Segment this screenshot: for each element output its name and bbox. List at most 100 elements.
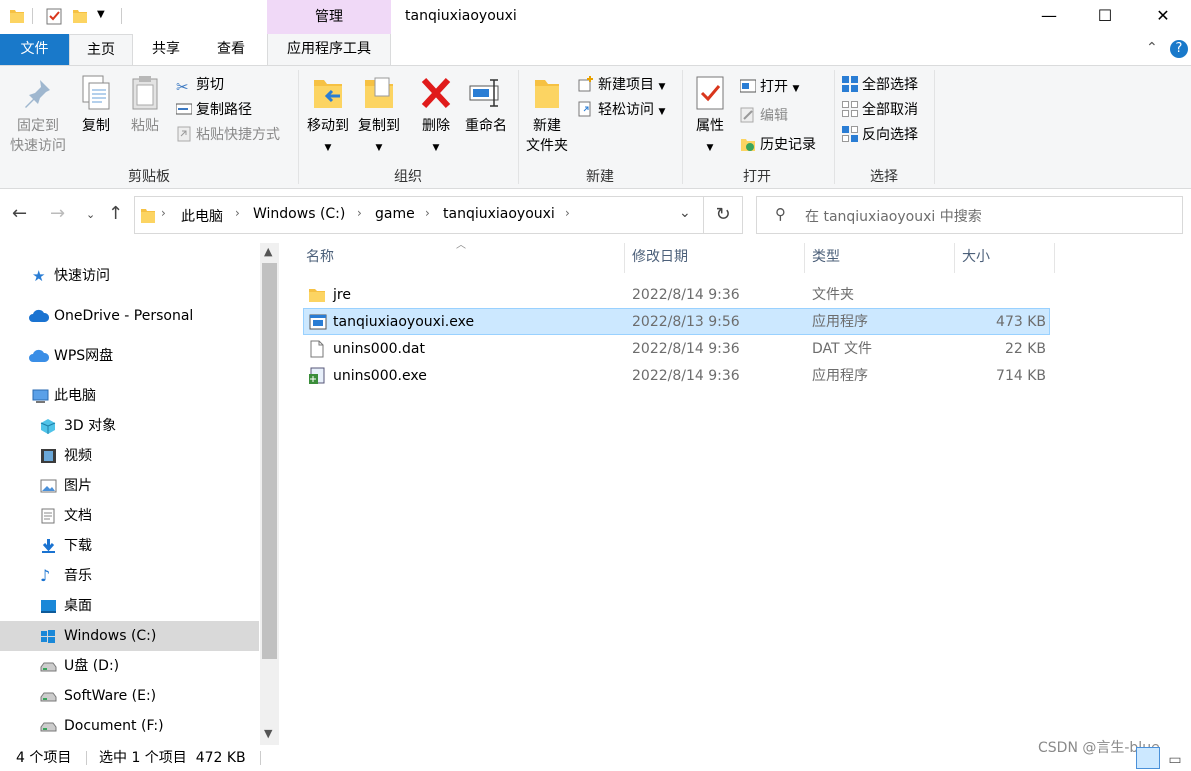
tab-view[interactable]: 查看 <box>199 34 263 66</box>
select-all-button[interactable]: 全部选择 <box>842 74 918 96</box>
nav-item-label: 文档 <box>64 508 92 524</box>
column-header-type[interactable]: 类型 <box>806 243 954 273</box>
copy-to-button[interactable]: 复制到 ▼ <box>354 74 404 158</box>
forward-icon[interactable]: → <box>50 203 65 224</box>
customize-quick-access-icon[interactable]: ▼ <box>97 9 105 20</box>
details-view-icon[interactable] <box>1136 747 1160 769</box>
collapse-ribbon-icon[interactable]: ⌃ <box>1146 40 1158 56</box>
new-item-button[interactable]: 新建项目 ▼ <box>578 74 665 96</box>
copy-button[interactable]: 复制 <box>74 74 118 136</box>
scroll-down-icon[interactable]: ▼ <box>264 727 272 740</box>
rename-button[interactable]: 重命名 <box>460 74 512 136</box>
large-icons-view-icon[interactable]: ▭ <box>1164 747 1186 769</box>
paste-shortcut-button[interactable]: 粘贴快捷方式 <box>176 124 280 146</box>
pin-quick-access-button[interactable]: 固定到 快速访问 <box>4 74 72 156</box>
file-row-unins000-exe[interactable]: unins000.exe 2022/8/14 9:36 应用程序 714 KB <box>303 363 1050 390</box>
maximize-button[interactable]: ☐ <box>1082 0 1128 32</box>
dropdown-arrow-icon: ▼ <box>432 143 440 153</box>
nav-item-label: SoftWare (E:) <box>64 688 157 704</box>
refresh-button[interactable]: ↻ <box>704 196 743 234</box>
edit-button[interactable]: 编辑 <box>740 105 788 127</box>
up-icon[interactable]: ↑ <box>108 203 123 224</box>
nav-item-windows-c[interactable]: Windows (C:) <box>0 621 259 651</box>
open-button[interactable]: 打开 ▼ <box>740 76 799 98</box>
nav-item-desktop[interactable]: 桌面 <box>0 591 259 621</box>
nav-item-videos[interactable]: 视频 <box>0 441 259 471</box>
nav-item-music[interactable]: ♪ 音乐 <box>0 561 259 591</box>
column-separator[interactable] <box>1054 243 1055 273</box>
scrollbar-thumb[interactable] <box>262 263 277 659</box>
nav-item-onedrive[interactable]: OneDrive - Personal <box>0 301 259 331</box>
select-none-button[interactable]: 全部取消 <box>842 99 918 121</box>
nav-scrollbar[interactable]: ▲ ▼ <box>260 243 279 745</box>
search-input[interactable]: 在 tanqiuxiaoyouxi 中搜索 <box>805 206 982 226</box>
history-button[interactable]: 历史记录 <box>740 134 816 156</box>
dropdown-arrow-icon: ▼ <box>706 143 714 153</box>
tab-home[interactable]: 主页 <box>69 34 133 66</box>
cloud-icon <box>29 309 49 322</box>
column-header-size[interactable]: 大小 <box>956 243 1054 273</box>
nav-item-wps[interactable]: WPS网盘 <box>0 341 259 371</box>
invert-selection-button[interactable]: 反向选择 <box>842 124 918 146</box>
paste-icon <box>132 76 158 110</box>
title-bar: ▼ 管理 tanqiuxiaoyouxi — ☐ ✕ <box>0 0 1191 34</box>
close-button[interactable]: ✕ <box>1140 0 1186 32</box>
nav-item-drive-d[interactable]: U盘 (D:) <box>0 651 259 681</box>
tab-manage[interactable]: 管理 <box>267 0 391 34</box>
nav-item-quick-access[interactable]: ★ 快速访问 <box>0 261 259 291</box>
column-header-modified[interactable]: 修改日期 <box>626 243 804 273</box>
minimize-button[interactable]: — <box>1026 0 1072 32</box>
pin-icon <box>25 80 50 108</box>
tab-app-tools[interactable]: 应用程序工具 <box>267 34 391 66</box>
copy-path-button[interactable]: 复制路径 <box>176 99 252 121</box>
file-row-unins000-dat[interactable]: unins000.dat 2022/8/14 9:36 DAT 文件 22 KB <box>303 336 1050 363</box>
paste-button[interactable]: 粘贴 <box>122 74 168 136</box>
column-separator[interactable] <box>624 243 625 273</box>
search-box[interactable]: ⚲ 在 tanqiuxiaoyouxi 中搜索 <box>756 196 1183 234</box>
nav-item-3d-objects[interactable]: 3D 对象 <box>0 411 259 441</box>
breadcrumb-tanqiuxiaoyouxi[interactable]: tanqiuxiaoyouxi <box>443 206 555 222</box>
column-separator[interactable] <box>954 243 955 273</box>
copy-label: 复制 <box>82 118 110 134</box>
nav-item-drive-f[interactable]: Document (F:) <box>0 711 259 741</box>
column-header-name[interactable]: 名称 <box>300 243 624 273</box>
nav-item-this-pc[interactable]: 此电脑 <box>0 381 259 411</box>
properties-icon[interactable] <box>46 7 62 25</box>
breadcrumb-game[interactable]: game <box>375 206 415 222</box>
pin-label-2: 快速访问 <box>10 138 66 154</box>
column-separator[interactable] <box>804 243 805 273</box>
properties-button[interactable]: 属性 ▼ <box>690 74 730 158</box>
dropdown-arrow-icon: ▼ <box>792 84 800 94</box>
nav-item-drive-e[interactable]: SoftWare (E:) <box>0 681 259 711</box>
address-bar[interactable]: › 此电脑 › Windows (C:) › game › tanqiuxiao… <box>134 196 704 234</box>
cut-button[interactable]: ✂ 剪切 <box>176 74 224 96</box>
select-none-label: 全部取消 <box>862 102 918 118</box>
tab-share[interactable]: 共享 <box>133 34 199 66</box>
breadcrumb-windows-c[interactable]: Windows (C:) <box>253 206 345 222</box>
nav-item-label: 3D 对象 <box>64 418 117 434</box>
dropdown-arrow-icon: ▼ <box>658 82 666 92</box>
nav-item-label: Document (F:) <box>64 718 164 734</box>
nav-item-label: 此电脑 <box>54 388 96 404</box>
nav-item-documents[interactable]: 文档 <box>0 501 259 531</box>
easy-access-button[interactable]: 轻松访问 ▼ <box>578 99 665 121</box>
delete-button[interactable]: 删除 ▼ <box>414 74 458 158</box>
new-folder-icon[interactable] <box>72 7 88 25</box>
scroll-up-icon[interactable]: ▲ <box>264 245 272 258</box>
group-label-new: 新建 <box>586 169 614 185</box>
new-folder-button[interactable]: 新建 文件夹 <box>522 74 572 156</box>
breadcrumb-this-pc[interactable]: 此电脑 <box>181 206 223 226</box>
move-to-button[interactable]: 移动到 ▼ <box>303 74 353 158</box>
nav-item-downloads[interactable]: 下载 <box>0 531 259 561</box>
help-icon[interactable]: ? <box>1170 40 1188 58</box>
back-icon[interactable]: ← <box>12 203 27 224</box>
address-dropdown-icon[interactable]: ⌄ <box>679 205 691 221</box>
search-icon: ⚲ <box>775 205 786 223</box>
paste-label: 粘贴 <box>131 118 159 134</box>
file-row-jre[interactable]: jre 2022/8/14 9:36 文件夹 <box>303 282 1050 309</box>
rename-label: 重命名 <box>465 118 507 134</box>
tab-file[interactable]: 文件 <box>0 34 69 66</box>
recent-locations-icon[interactable]: ⌄ <box>86 208 95 221</box>
nav-item-pictures[interactable]: 图片 <box>0 471 259 501</box>
file-row-tanqiuxiaoyouxi-exe[interactable]: tanqiuxiaoyouxi.exe 2022/8/13 9:56 应用程序 … <box>303 308 1050 335</box>
